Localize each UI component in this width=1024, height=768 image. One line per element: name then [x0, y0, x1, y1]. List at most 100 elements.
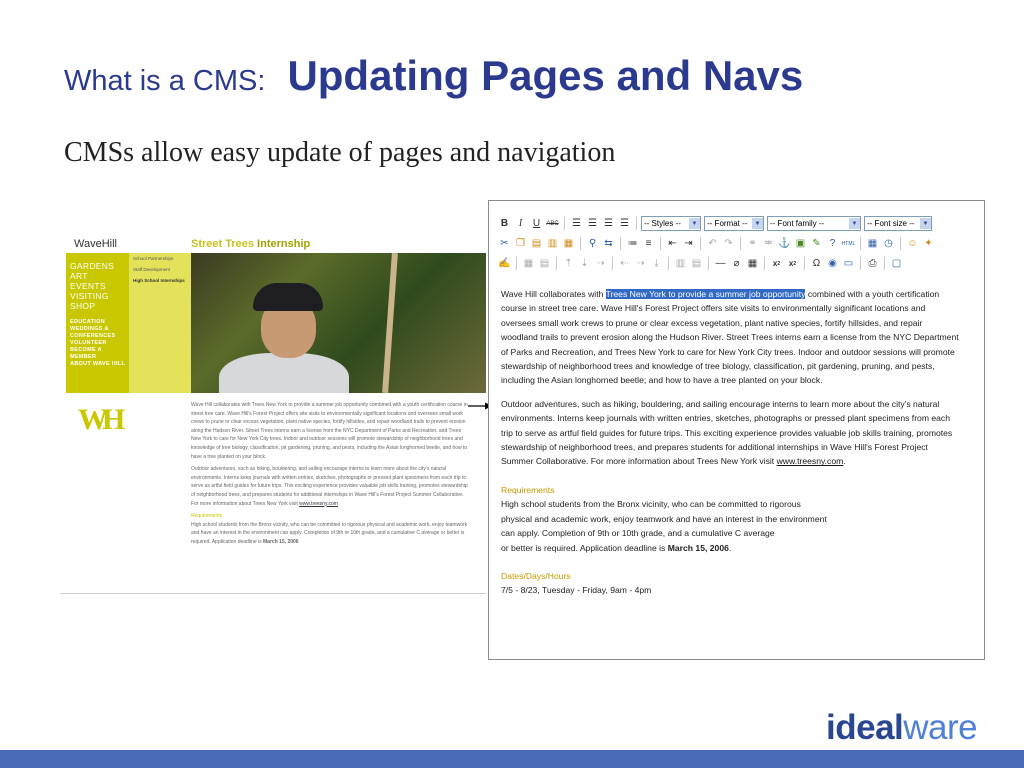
table-icon[interactable]: ▦	[521, 256, 536, 271]
merge-cells-icon[interactable]: ▤	[689, 256, 704, 271]
toolbar-row-1: B I U ABC ☰ ☰ ☰ ☰ -- Styles -- ▼ -- Forma…	[497, 215, 975, 232]
nav-item-member[interactable]: BECOME A MEMBER	[66, 347, 129, 361]
bold-icon[interactable]: B	[497, 216, 512, 231]
col-before-icon[interactable]: ⇠	[617, 256, 632, 271]
editor-paragraph-1[interactable]: Wave Hill collaborates with Trees New Yo…	[501, 287, 961, 388]
link-icon[interactable]: ⚭	[745, 236, 760, 251]
help-icon[interactable]: ?	[825, 236, 840, 251]
strikethrough-icon[interactable]: ABC	[545, 216, 560, 231]
idealware-logo: idealware	[826, 708, 978, 748]
emoticon-icon[interactable]: ☺	[905, 236, 920, 251]
paragraph-2-text: Outdoor adventures, such as hiking, boul…	[501, 398, 953, 467]
paste-icon[interactable]: ▤	[529, 236, 544, 251]
horizontal-rule-icon[interactable]: —	[713, 256, 728, 271]
toolbar-separator	[668, 257, 669, 270]
align-justify-icon[interactable]: ☰	[617, 216, 632, 231]
nav-item-visiting[interactable]: VISITING	[66, 291, 129, 301]
html-icon[interactable]: HTML	[841, 236, 856, 251]
toolbar-separator	[900, 237, 901, 250]
toolbar-separator	[860, 257, 861, 270]
nav-item-about[interactable]: ABOUT WAVE HILL	[66, 361, 129, 368]
wave-hill-emblem-icon: WH	[78, 403, 125, 436]
treesny-link[interactable]: www.treesny.com	[777, 456, 844, 466]
row-before-icon[interactable]: ⇡	[561, 256, 576, 271]
cap-shape	[253, 283, 323, 311]
nav-item-art[interactable]: ART	[66, 271, 129, 281]
image-icon[interactable]: ▣	[793, 236, 808, 251]
print-icon[interactable]: ⎙	[865, 256, 880, 271]
delete-row-icon[interactable]: ⇢	[593, 256, 608, 271]
outdent-icon[interactable]: ⇤	[665, 236, 680, 251]
cleanup-icon[interactable]: ✎	[809, 236, 824, 251]
bullet-list-icon[interactable]: ≔	[625, 236, 640, 251]
nav-item-volunteer[interactable]: VOLUNTEER	[66, 340, 129, 347]
edit-icon[interactable]: ✍	[497, 256, 512, 271]
special-char-icon[interactable]: Ω	[809, 256, 824, 271]
requirements-line-3: can apply. Completion of 9th or 10th gra…	[501, 528, 775, 539]
editor-paragraph-2[interactable]: Outdoor adventures, such as hiking, boul…	[501, 397, 961, 469]
media-icon[interactable]: ✦	[921, 236, 936, 251]
visual-aid-icon[interactable]: ▦	[745, 256, 760, 271]
align-right-icon[interactable]: ☰	[601, 216, 616, 231]
toolbar-separator	[612, 257, 613, 270]
italic-icon[interactable]: I	[513, 216, 528, 231]
anchor-icon[interactable]: ⚓	[777, 236, 792, 251]
nav-item-gardens[interactable]: GARDENS	[66, 261, 129, 271]
nav-item-weddings[interactable]: WEDDINGS & CONFERENCES	[66, 326, 129, 340]
align-left-icon[interactable]: ☰	[569, 216, 584, 231]
row-after-icon[interactable]: ⇣	[577, 256, 592, 271]
format-select-value: -- Format --	[707, 219, 748, 228]
requirements-line-4-text: or better is required. Application deadl…	[501, 542, 668, 553]
styles-select[interactable]: -- Styles -- ▼	[641, 216, 701, 231]
copy-icon[interactable]: ❐	[513, 236, 528, 251]
rope-shape	[382, 253, 398, 393]
nav-item-events[interactable]: EVENTS	[66, 281, 129, 291]
redo-icon[interactable]: ↷	[721, 236, 736, 251]
fullscreen-icon[interactable]: ▢	[889, 256, 904, 271]
paragraph-1-rest: combined with a youth certification cour…	[501, 289, 959, 386]
subnav-item-partnerships[interactable]: School Partnerships	[129, 253, 191, 264]
site-nav: GARDENS ART EVENTS VISITING SHOP EDUCATI…	[66, 253, 129, 393]
indent-icon[interactable]: ⇥	[681, 236, 696, 251]
insert-date-icon[interactable]: ▦	[865, 236, 880, 251]
font-family-select[interactable]: -- Font family -- ▼	[767, 216, 861, 231]
underline-icon[interactable]: U	[529, 216, 544, 231]
nav-item-education[interactable]: EDUCATION	[66, 319, 129, 326]
slide-subtitle: CMSs allow easy update of pages and navi…	[64, 137, 616, 168]
split-cells-icon[interactable]: ▥	[673, 256, 688, 271]
selected-text[interactable]: Trees New York to provide a summer job o…	[605, 289, 806, 299]
editor-content[interactable]: Wave Hill collaborates with Trees New Yo…	[501, 287, 961, 598]
col-after-icon[interactable]: ⇢	[633, 256, 648, 271]
superscript-icon[interactable]: x2	[785, 256, 800, 271]
paste-text-icon[interactable]: ▥	[545, 236, 560, 251]
undo-icon[interactable]: ↶	[705, 236, 720, 251]
align-center-icon[interactable]: ☰	[585, 216, 600, 231]
flash-icon[interactable]: ◉	[825, 256, 840, 271]
delete-col-icon[interactable]: ⤓	[649, 256, 664, 271]
site-link-treesny[interactable]: www.treesny.com	[299, 501, 338, 507]
font-size-select[interactable]: -- Font size -- ▼	[864, 216, 932, 231]
font-family-select-value: -- Font family --	[770, 219, 825, 228]
toolbar-separator	[580, 237, 581, 250]
nonbreaking-icon[interactable]: ▭	[841, 256, 856, 271]
unlink-icon[interactable]: ⚮	[761, 236, 776, 251]
toolbar-separator	[620, 237, 621, 250]
table-props-icon[interactable]: ▤	[537, 256, 552, 271]
replace-icon[interactable]: ⇆	[601, 236, 616, 251]
font-size-select-value: -- Font size --	[867, 219, 915, 228]
chevron-down-icon: ▼	[849, 218, 860, 229]
nav-item-shop[interactable]: SHOP	[66, 301, 129, 311]
format-select[interactable]: -- Format -- ▼	[704, 216, 764, 231]
toolbar-separator	[556, 257, 557, 270]
numbered-list-icon[interactable]: ≡	[641, 236, 656, 251]
insert-time-icon[interactable]: ◷	[881, 236, 896, 251]
cut-icon[interactable]: ✂	[497, 236, 512, 251]
remove-format-icon[interactable]: ⌀	[729, 256, 744, 271]
program-title-part2: Internship	[257, 238, 311, 250]
paste-word-icon[interactable]: ▦	[561, 236, 576, 251]
subnav-item-staff[interactable]: Staff Development	[129, 264, 191, 275]
chevron-down-icon: ▼	[920, 218, 931, 229]
subscript-icon[interactable]: x2	[769, 256, 784, 271]
subnav-item-internships[interactable]: High School Internships	[129, 275, 191, 286]
find-icon[interactable]: ⚲	[585, 236, 600, 251]
